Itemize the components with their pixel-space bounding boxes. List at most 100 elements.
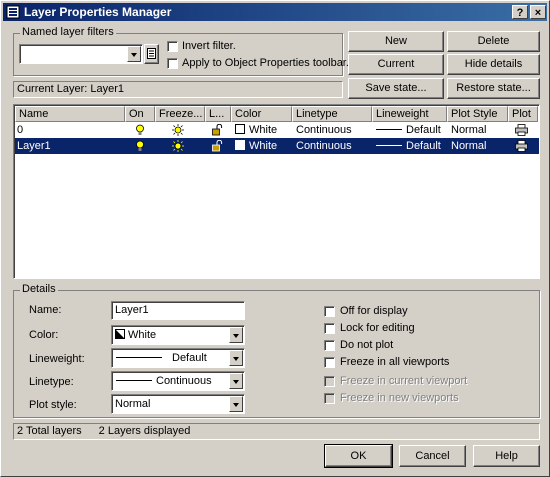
close-button[interactable]: × — [530, 5, 546, 19]
help-button[interactable]: Help — [473, 445, 540, 467]
color-swatch — [235, 140, 245, 150]
color-swatch-icon — [115, 329, 125, 339]
apply-toolbar-label: Apply to Object Properties toolbar. — [182, 57, 349, 69]
invert-filter-checkbox[interactable] — [167, 41, 178, 52]
linetype-sample — [116, 380, 152, 381]
col-header-color[interactable]: Color — [231, 106, 292, 122]
lock-for-editing-label: Lock for editing — [340, 322, 415, 334]
col-header-name[interactable]: Name — [15, 106, 125, 122]
help-title-button[interactable]: ? — [512, 5, 528, 19]
chevron-down-icon[interactable] — [127, 46, 141, 62]
col-header-lock[interactable]: L... — [205, 106, 231, 122]
current-layer-label: Current Layer: — [17, 83, 88, 95]
freeze-new-viewports-checkbox — [324, 393, 335, 404]
details-group: Details — [13, 283, 540, 418]
name-field[interactable]: Layer1 — [111, 301, 245, 320]
freeze-all-viewports-checkbox[interactable] — [324, 357, 335, 368]
linetype-label: Linetype: — [29, 376, 74, 388]
cancel-button[interactable]: Cancel — [399, 445, 466, 467]
chevron-down-icon[interactable] — [229, 396, 243, 412]
col-header-plot[interactable]: Plot — [508, 106, 538, 122]
layer-lineweight-label: Default — [406, 140, 441, 152]
layer-color-label: White — [249, 140, 278, 152]
color-select-text: White — [128, 329, 157, 341]
do-not-plot-label: Do not plot — [340, 339, 394, 351]
freeze-current-viewport-label: Freeze in current viewport — [340, 375, 468, 387]
new-button[interactable]: New — [348, 31, 444, 52]
col-header-freeze[interactable]: Freeze... — [155, 106, 205, 122]
linetype-select[interactable]: Continuous — [111, 371, 245, 391]
layer-list-header: Name On Freeze... L... Color Linetype Li… — [15, 106, 538, 122]
lineweight-label: Lineweight: — [29, 353, 85, 365]
lightbulb-icon[interactable] — [135, 140, 145, 152]
layer-plotstyle: Normal — [451, 140, 487, 152]
padlock-open-icon[interactable] — [212, 124, 223, 136]
lock-for-editing-checkbox[interactable] — [324, 323, 335, 334]
off-for-display-label: Off for display — [340, 305, 408, 317]
layers-displayed-text: 2 Layers displayed — [98, 425, 191, 437]
name-label: Name: — [29, 304, 62, 316]
current-button[interactable]: Current — [348, 54, 444, 75]
lightbulb-icon[interactable] — [135, 124, 145, 136]
col-header-plotstyle[interactable]: Plot Style — [447, 106, 508, 122]
color-select[interactable]: White — [111, 325, 245, 345]
filter-list-icon — [147, 48, 156, 59]
layer-lineweight: Default — [376, 123, 441, 137]
chevron-down-icon[interactable] — [229, 373, 243, 389]
layers-app-icon — [6, 5, 20, 19]
freeze-all-viewports-label: Freeze in all viewports — [340, 356, 450, 368]
lineweight-sample — [376, 145, 402, 146]
lineweight-select-value: Default — [116, 352, 207, 364]
filter-dialog-button[interactable] — [144, 44, 159, 64]
color-label: Color: — [29, 329, 59, 341]
linetype-select-text: Continuous — [156, 375, 212, 387]
layer-plotstyle: Normal — [451, 124, 487, 136]
invert-filter-label: Invert filter. — [182, 40, 236, 52]
col-header-on[interactable]: On — [125, 106, 155, 122]
col-header-linetype[interactable]: Linetype — [292, 106, 372, 122]
layer-linetype: Continuous — [296, 140, 352, 152]
apply-toolbar-checkbox[interactable] — [167, 58, 178, 69]
hide-details-button[interactable]: Hide details — [447, 54, 540, 75]
layer-color: White — [235, 123, 277, 137]
lineweight-sample — [116, 357, 162, 358]
ok-button[interactable]: OK — [324, 444, 393, 468]
status-bar: 2 Total layers 2 Layers displayed — [13, 423, 540, 440]
current-layer-value: Layer1 — [90, 83, 125, 95]
name-field-value: Layer1 — [115, 304, 149, 316]
title-bar[interactable]: Layer Properties Manager ? × — [3, 3, 547, 21]
details-label: Details — [20, 283, 58, 295]
plotstyle-select-value: Normal — [115, 398, 151, 410]
sun-icon[interactable] — [172, 140, 184, 152]
color-select-value: White — [115, 329, 156, 341]
printer-icon[interactable] — [515, 124, 528, 136]
col-header-lineweight[interactable]: Lineweight — [372, 106, 447, 122]
total-layers-text: 2 Total layers — [17, 425, 82, 437]
table-row[interactable]: Layer1 White Continuous Default Normal — [15, 138, 539, 154]
named-filters-label: Named layer filters — [20, 26, 116, 38]
lineweight-select-text: Default — [172, 352, 207, 364]
table-row[interactable]: 0 White Continuous Default Normal — [15, 122, 539, 138]
chevron-down-icon[interactable] — [229, 350, 243, 366]
layer-name: Layer1 — [17, 140, 51, 152]
delete-button[interactable]: Delete — [447, 31, 540, 52]
color-swatch — [235, 124, 245, 134]
layer-lineweight-label: Default — [406, 124, 441, 136]
filter-combo[interactable] — [19, 44, 143, 64]
current-layer-display: Current Layer: Layer1 — [13, 81, 343, 98]
sun-icon[interactable] — [172, 124, 184, 136]
layer-lineweight: Default — [376, 139, 441, 153]
padlock-open-icon[interactable] — [212, 140, 223, 152]
plotstyle-select[interactable]: Normal — [111, 394, 245, 414]
save-state-button[interactable]: Save state... — [348, 78, 444, 99]
restore-state-button[interactable]: Restore state... — [447, 78, 540, 99]
lineweight-select[interactable]: Default — [111, 348, 245, 368]
freeze-new-viewports-label: Freeze in new viewports — [340, 392, 459, 404]
chevron-down-icon[interactable] — [229, 327, 243, 343]
lineweight-sample — [376, 129, 402, 130]
off-for-display-checkbox[interactable] — [324, 306, 335, 317]
printer-icon[interactable] — [515, 140, 528, 152]
do-not-plot-checkbox[interactable] — [324, 340, 335, 351]
layer-list[interactable]: Name On Freeze... L... Color Linetype Li… — [13, 104, 540, 279]
layer-color: White — [235, 139, 277, 153]
